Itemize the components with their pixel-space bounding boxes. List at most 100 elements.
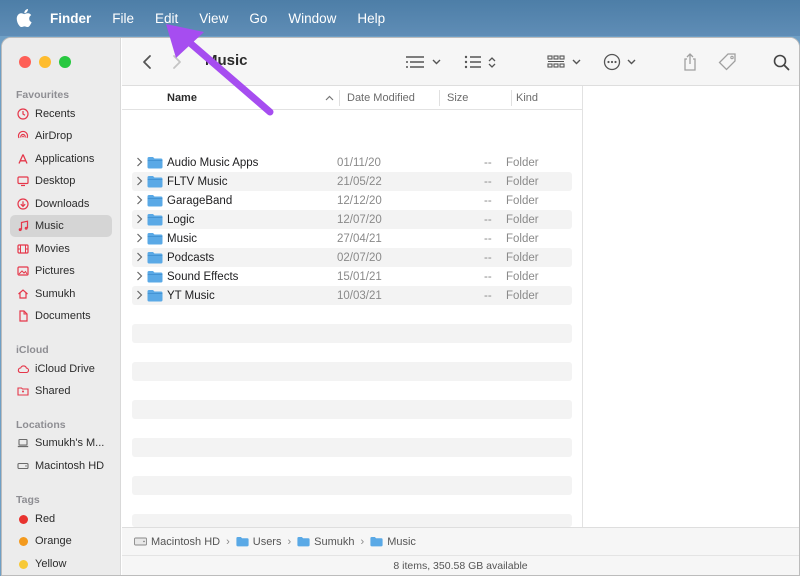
apple-logo-icon[interactable] bbox=[16, 9, 34, 27]
sidebar-item-sumukh[interactable]: Sumukh bbox=[10, 283, 112, 305]
path-crumb-music[interactable]: Music bbox=[370, 536, 416, 548]
sidebar-item-label: iCloud Drive bbox=[35, 363, 95, 375]
sidebar-tag-yellow[interactable]: Yellow bbox=[10, 553, 112, 575]
file-name: Sound Effects bbox=[167, 270, 239, 283]
list-item[interactable]: YT Music 10/03/21 -- Folder bbox=[132, 286, 572, 305]
menu-file[interactable]: File bbox=[112, 11, 134, 26]
path-crumb-sumukh[interactable]: Sumukh bbox=[297, 536, 355, 548]
file-kind: Folder bbox=[506, 251, 539, 264]
file-name: FLTV Music bbox=[167, 175, 228, 188]
group-by-button[interactable] bbox=[547, 51, 581, 73]
sidebar-item-airdrop[interactable]: AirDrop bbox=[10, 125, 112, 147]
file-date: 02/07/20 bbox=[337, 251, 382, 264]
list-item[interactable]: Music 27/04/21 -- Folder bbox=[132, 229, 572, 248]
zoom-window-button[interactable] bbox=[59, 56, 71, 68]
disclosure-triangle-icon[interactable] bbox=[136, 289, 143, 304]
empty-row-stripe bbox=[132, 438, 572, 457]
list-view-icon bbox=[406, 56, 424, 68]
disclosure-triangle-icon[interactable] bbox=[136, 232, 143, 247]
list-item[interactable]: Podcasts 02/07/20 -- Folder bbox=[132, 248, 572, 267]
file-list: Name Date Modified Size Kind Audio Music… bbox=[122, 86, 582, 527]
sidebar-item-pictures[interactable]: Pictures bbox=[10, 260, 112, 282]
sidebar-item-downloads[interactable]: Downloads bbox=[10, 193, 112, 215]
sidebar-item-applications[interactable]: Applications bbox=[10, 148, 112, 170]
view-options-button[interactable] bbox=[405, 51, 441, 73]
chevron-left-icon bbox=[143, 55, 151, 69]
disclosure-triangle-icon[interactable] bbox=[136, 156, 143, 171]
sidebar-item-documents[interactable]: Documents bbox=[10, 305, 112, 327]
file-name: GarageBand bbox=[167, 194, 233, 207]
sidebar-item-this-mac[interactable]: Sumukh's M... bbox=[10, 432, 112, 454]
path-crumb-label: Music bbox=[387, 535, 416, 548]
folder-icon bbox=[147, 175, 163, 191]
sidebar-item-music[interactable]: Music bbox=[10, 215, 112, 237]
search-button[interactable] bbox=[773, 51, 790, 73]
sidebar-item-icloud-drive[interactable]: iCloud Drive bbox=[10, 358, 112, 380]
sidebar-item-movies[interactable]: Movies bbox=[10, 238, 112, 260]
cloud-icon bbox=[17, 363, 29, 375]
tag-button[interactable] bbox=[718, 51, 738, 73]
path-crumb-macintosh-hd[interactable]: Macintosh HD bbox=[134, 536, 220, 548]
disclosure-triangle-icon[interactable] bbox=[136, 175, 143, 190]
sidebar-item-shared[interactable]: Shared bbox=[10, 380, 112, 402]
list-item[interactable]: Logic 12/07/20 -- Folder bbox=[132, 210, 572, 229]
list-item[interactable]: Audio Music Apps 01/11/20 -- Folder bbox=[132, 153, 572, 172]
file-name: YT Music bbox=[167, 289, 215, 302]
download-icon bbox=[17, 198, 29, 210]
column-date-modified[interactable]: Date Modified bbox=[347, 92, 415, 104]
path-crumb-users[interactable]: Users bbox=[236, 535, 282, 548]
sidebar-item-recents[interactable]: Recents bbox=[10, 103, 112, 125]
search-icon bbox=[773, 54, 790, 70]
file-name: Logic bbox=[167, 213, 195, 226]
minimize-window-button[interactable] bbox=[39, 56, 51, 68]
column-size[interactable]: Size bbox=[447, 92, 468, 104]
file-size: -- bbox=[484, 270, 492, 283]
sidebar-section-favourites: Favourites bbox=[16, 89, 70, 101]
share-button[interactable] bbox=[683, 51, 697, 73]
disclosure-triangle-icon[interactable] bbox=[136, 194, 143, 209]
folder-icon bbox=[147, 213, 163, 229]
ellipsis-circle-icon bbox=[603, 53, 621, 71]
file-kind: Folder bbox=[506, 194, 539, 207]
tag-icon bbox=[718, 53, 736, 71]
list-item[interactable]: FLTV Music 21/05/22 -- Folder bbox=[132, 172, 572, 191]
action-menu-button[interactable] bbox=[603, 51, 636, 73]
empty-row-stripe bbox=[132, 476, 572, 495]
chevron-right-icon: › bbox=[287, 535, 292, 548]
disclosure-triangle-icon[interactable] bbox=[136, 270, 143, 285]
sidebar-item-label: Sumukh bbox=[35, 288, 76, 300]
file-kind: Folder bbox=[506, 213, 539, 226]
folder-icon bbox=[147, 156, 163, 172]
sidebar-item-label: Applications bbox=[35, 153, 95, 165]
file-name: Audio Music Apps bbox=[167, 156, 259, 169]
folder-icon bbox=[236, 536, 249, 547]
empty-row-stripe bbox=[132, 324, 572, 343]
sidebar: Favourites Recents AirDrop Applications … bbox=[2, 38, 121, 575]
disclosure-triangle-icon[interactable] bbox=[136, 213, 143, 228]
column-kind[interactable]: Kind bbox=[516, 92, 538, 104]
menu-help[interactable]: Help bbox=[357, 11, 385, 26]
file-date: 21/05/22 bbox=[337, 175, 382, 188]
path-crumb-label: Users bbox=[252, 535, 282, 548]
sidebar-item-macintosh-hd[interactable]: Macintosh HD bbox=[10, 455, 112, 477]
folder-icon bbox=[147, 232, 163, 248]
status-bar: 8 items, 350.58 GB available bbox=[122, 555, 799, 575]
menu-finder[interactable]: Finder bbox=[50, 11, 91, 26]
sidebar-item-label: Sumukh's M... bbox=[35, 437, 105, 449]
sidebar-item-label: Orange bbox=[35, 535, 72, 547]
file-kind: Folder bbox=[506, 156, 539, 169]
sidebar-item-label: AirDrop bbox=[35, 130, 73, 142]
sidebar-tag-red[interactable]: Red bbox=[10, 508, 112, 530]
disclosure-triangle-icon[interactable] bbox=[136, 251, 143, 266]
menu-window[interactable]: Window bbox=[288, 11, 336, 26]
close-window-button[interactable] bbox=[19, 56, 31, 68]
sidebar-item-label: Desktop bbox=[35, 175, 76, 187]
chevron-right-icon: › bbox=[226, 535, 230, 548]
list-item[interactable]: Sound Effects 15/01/21 -- Folder bbox=[132, 267, 572, 286]
sidebar-item-desktop[interactable]: Desktop bbox=[10, 170, 112, 192]
list-item[interactable]: GarageBand 12/12/20 -- Folder bbox=[132, 191, 572, 210]
back-button[interactable] bbox=[142, 51, 152, 73]
sidebar-tag-orange[interactable]: Orange bbox=[10, 530, 112, 552]
group-sort-button[interactable] bbox=[464, 51, 496, 73]
file-date: 01/11/20 bbox=[337, 156, 381, 169]
